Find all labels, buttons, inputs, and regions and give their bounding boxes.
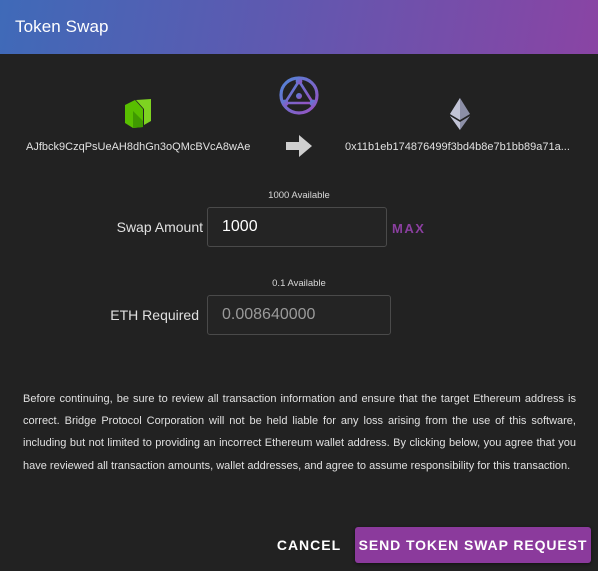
- eth-required-input: 0.008640000: [207, 295, 391, 335]
- arrow-right-icon: [286, 135, 312, 157]
- ethereum-logo-icon: [450, 98, 470, 130]
- swap-available: 1000 Available: [268, 190, 330, 201]
- dialog-title: Token Swap: [15, 17, 109, 36]
- max-button[interactable]: MAX: [392, 221, 425, 236]
- from-address: AJfbck9CzqPsUeAH8dhGn3oQMcBVcA8wAe: [26, 141, 251, 153]
- send-token-swap-request-button[interactable]: SEND TOKEN SWAP REQUEST: [355, 527, 591, 563]
- eth-required-label: ETH Required: [110, 307, 199, 323]
- disclaimer-text: Before continuing, be sure to review all…: [23, 393, 576, 472]
- cancel-button[interactable]: CANCEL: [270, 527, 348, 563]
- to-address: 0x11b1eb174876499f3bd4b8e7b1bb89a71a...: [345, 141, 570, 153]
- swap-amount-label: Swap Amount: [116, 219, 203, 235]
- dialog-header: Token Swap: [0, 0, 598, 54]
- bridge-protocol-logo-icon: [279, 76, 319, 115]
- swap-amount-input[interactable]: 1000: [207, 207, 387, 247]
- neo-logo-icon: [125, 99, 151, 128]
- eth-available: 0.1 Available: [272, 278, 326, 289]
